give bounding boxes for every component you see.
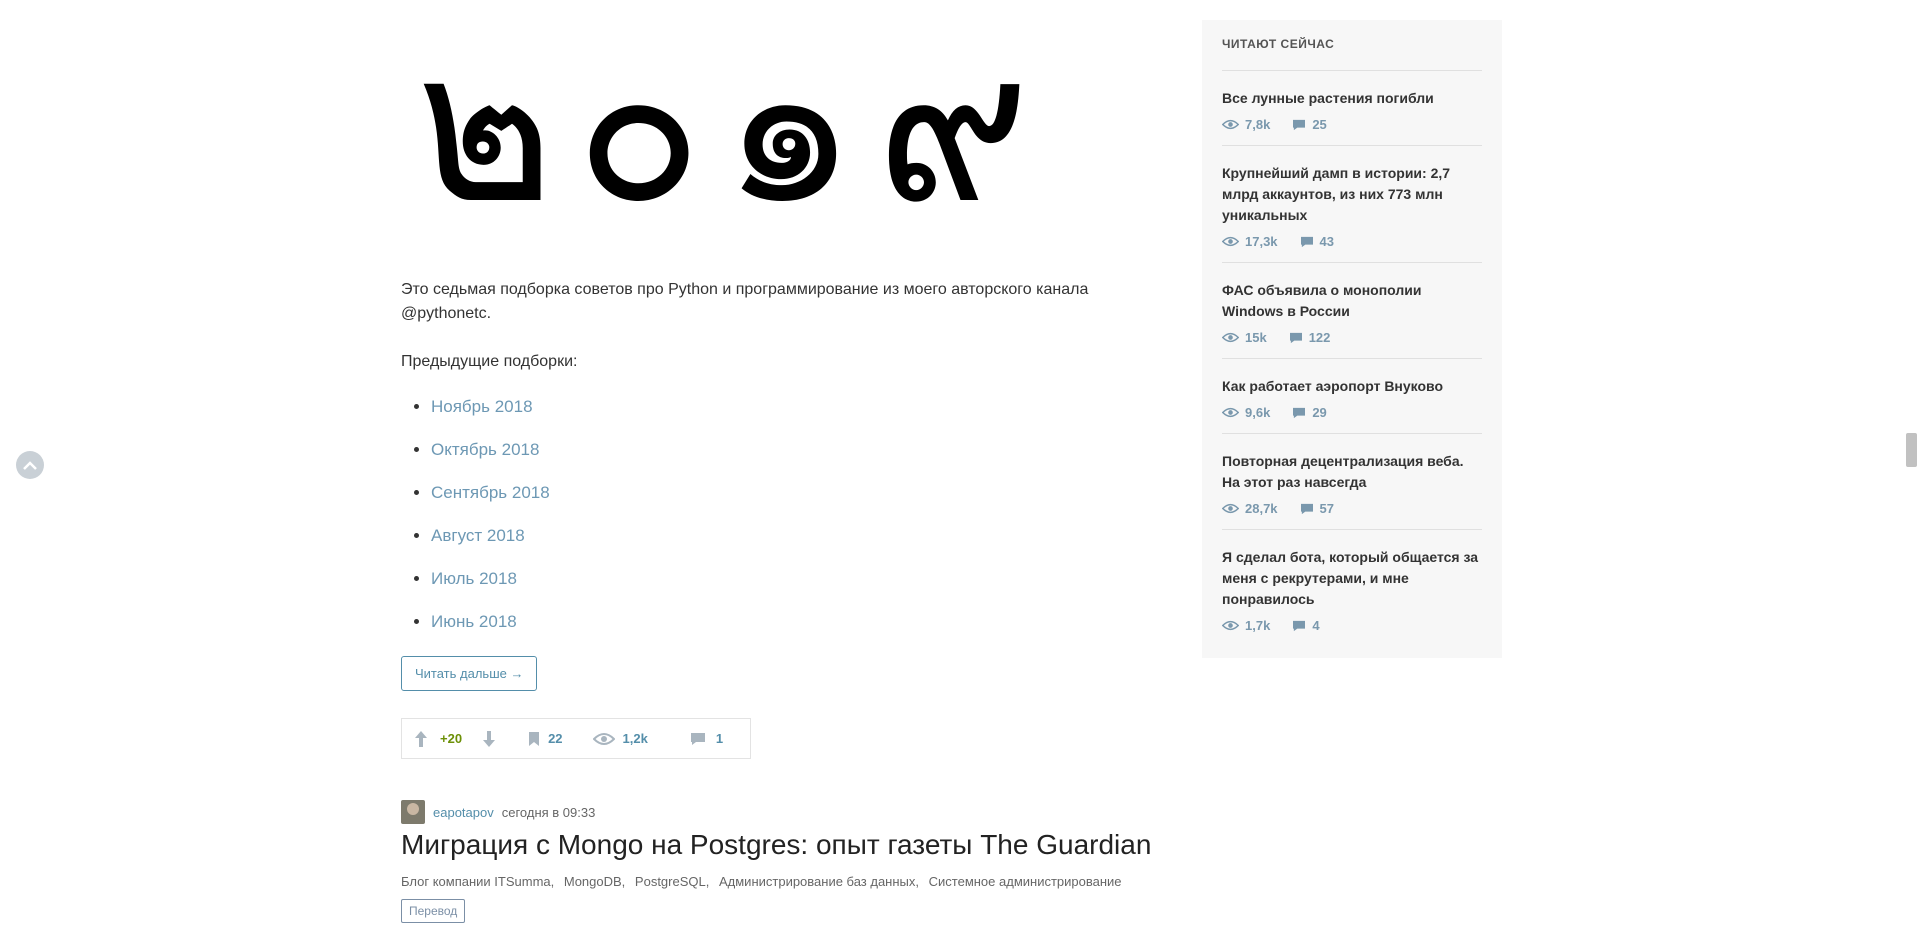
bookmark-counter[interactable]: 22 <box>528 731 563 747</box>
translation-badge[interactable]: Перевод <box>401 899 466 923</box>
comment-icon <box>690 732 705 745</box>
comments-count: 43 <box>1319 234 1335 249</box>
sidebar-post-link[interactable]: Крупнейший дамп в истории: 2,7 млрд акка… <box>1222 163 1482 226</box>
reading-now-list: Все лунные растения погибли 7,8k 25 Круп… <box>1222 71 1482 646</box>
author-link[interactable]: eapotapov <box>433 805 494 820</box>
comment-icon <box>1300 503 1313 514</box>
list-item: Крупнейший дамп в истории: 2,7 млрд акка… <box>1222 146 1482 263</box>
list-item: Все лунные растения погибли 7,8k 25 <box>1222 71 1482 146</box>
read-more-button[interactable]: Читать дальше → <box>401 656 538 691</box>
comments-counter[interactable]: 1 <box>690 731 723 746</box>
hub-link[interactable]: PostgreSQL, <box>635 874 709 889</box>
post-score: +20 <box>440 731 463 746</box>
sidebar-post-link[interactable]: ФАС объявила о монополии Windows в Росси… <box>1222 280 1482 322</box>
comment-icon <box>1293 119 1306 130</box>
list-item: Октябрь 2018 <box>431 439 550 460</box>
comment-icon <box>1289 332 1302 343</box>
views-count: 28,7k <box>1245 501 1278 516</box>
previous-link[interactable]: Ноябрь 2018 <box>431 397 533 416</box>
comments-count: 25 <box>1312 117 1327 132</box>
list-item: Июль 2018 <box>431 568 550 589</box>
eye-icon <box>1222 119 1239 130</box>
chevron-up-icon <box>23 460 37 470</box>
hub-link[interactable]: Администрирование баз данных, <box>719 874 919 889</box>
eye-icon <box>1222 620 1239 631</box>
post-stats-bar: +20 22 1,2k 1 <box>401 718 751 759</box>
list-item: ФАС объявила о монополии Windows в Росси… <box>1222 263 1482 359</box>
list-item: Повторная децентрализация веба. На этот … <box>1222 434 1482 530</box>
previous-link[interactable]: Июль 2018 <box>431 569 517 588</box>
avatar[interactable] <box>401 800 425 824</box>
hub-link[interactable]: Системное администрирование <box>929 874 1122 889</box>
eye-icon <box>592 732 615 745</box>
channel-link[interactable]: @pythonetc <box>401 305 487 322</box>
eye-icon <box>1222 503 1239 514</box>
comments-count: 29 <box>1312 405 1327 420</box>
sidebar-post-link[interactable]: Я сделал бота, который общается за меня … <box>1222 547 1482 610</box>
previous-link[interactable]: Сентябрь 2018 <box>431 483 550 502</box>
hub-link[interactable]: Блог компании ITSumma, <box>401 874 554 889</box>
sidebar-post-link[interactable]: Как работает аэропорт Внуково <box>1222 376 1482 397</box>
comment-icon <box>1293 407 1306 418</box>
post-time: сегодня в 09:33 <box>501 804 596 820</box>
article-intro: Это седьмая подборка советов про Python … <box>401 281 1089 322</box>
vote-up-icon[interactable] <box>414 730 428 748</box>
post-title-link[interactable]: Миграция с Mongo на Postgres: опыт газет… <box>401 827 1151 863</box>
eye-icon <box>1222 332 1239 343</box>
comment-icon <box>1300 236 1313 247</box>
list-item: Ноябрь 2018 <box>431 396 550 417</box>
list-item: Как работает аэропорт Внуково 9,6k 29 <box>1222 359 1482 434</box>
previous-label: Предыдущие подборки: <box>401 353 578 370</box>
comment-icon <box>1293 620 1306 631</box>
views-count: 15k <box>1245 330 1267 345</box>
eye-icon <box>1222 236 1239 247</box>
previous-link[interactable]: Июнь 2018 <box>431 612 517 631</box>
sidebar-post-link[interactable]: Повторная децентрализация веба. На этот … <box>1222 451 1482 493</box>
comments-count: 57 <box>1319 501 1335 516</box>
comments-count: 1 <box>715 731 724 746</box>
list-item: Я сделал бота, который общается за меня … <box>1222 530 1482 646</box>
eye-icon <box>1222 407 1239 418</box>
views-count: 9,6k <box>1245 405 1271 420</box>
views-count: 17,3k <box>1245 234 1278 249</box>
comments-count: 4 <box>1312 618 1320 633</box>
hero-image-thai-numerals: ๒๐๑๙ <box>416 20 1050 235</box>
vote-down-icon[interactable] <box>482 730 496 748</box>
previous-link[interactable]: Август 2018 <box>431 526 525 545</box>
bookmark-icon <box>529 731 540 746</box>
views-count: 7,8k <box>1245 117 1271 132</box>
previous-link[interactable]: Октябрь 2018 <box>431 440 539 459</box>
sidebar-title: ЧИТАЮТ СЕЙЧАС <box>1222 37 1335 51</box>
comments-count: 122 <box>1308 330 1331 345</box>
sidebar-post-link[interactable]: Все лунные растения погибли <box>1222 88 1482 109</box>
list-item: Июнь 2018 <box>431 611 550 632</box>
list-item: Август 2018 <box>431 525 550 546</box>
scroll-to-top-button[interactable] <box>16 451 44 479</box>
post-author-row: eapotapov сегодня в 09:33 <box>401 800 595 824</box>
list-item: Сентябрь 2018 <box>431 482 550 503</box>
hub-link[interactable]: MongoDB, <box>564 874 625 889</box>
bookmark-count: 22 <box>548 731 563 746</box>
previous-collections-list: Ноябрь 2018 Октябрь 2018 Сентябрь 2018 А… <box>401 396 550 654</box>
scrollbar-thumb[interactable] <box>1906 433 1917 467</box>
reading-now-sidebar: ЧИТАЮТ СЕЙЧАС Все лунные растения погибл… <box>1202 20 1502 658</box>
views-counter: 1,2k <box>592 731 648 746</box>
views-count: 1,7k <box>1245 618 1271 633</box>
post-hubs: Блог компании ITSumma, MongoDB, PostgreS… <box>401 874 1128 889</box>
views-count: 1,2k <box>622 731 648 746</box>
